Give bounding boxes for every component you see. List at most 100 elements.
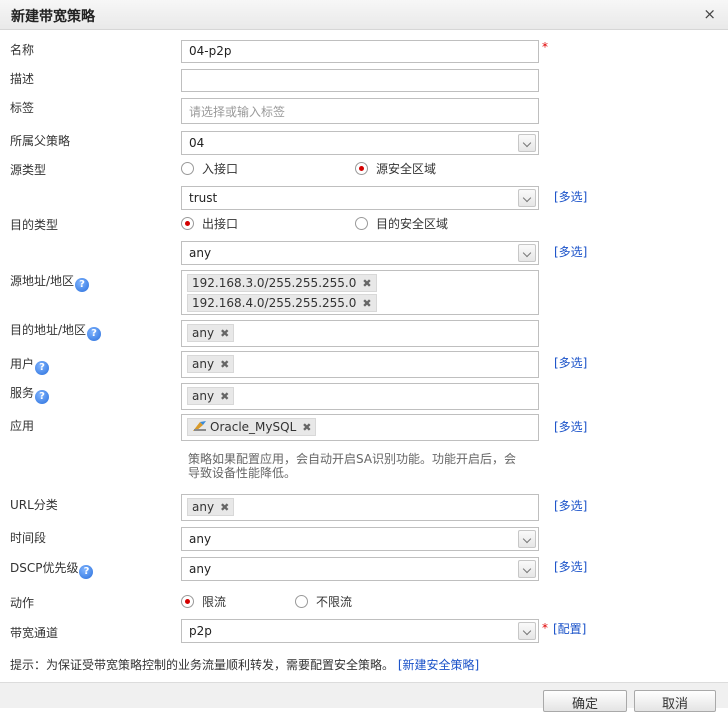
user-tag-text: any bbox=[192, 357, 215, 371]
application-tag-text: Oracle_MySQL bbox=[210, 420, 297, 434]
service-tag-text: any bbox=[192, 389, 215, 403]
radio-no-limit[interactable]: 不限流 bbox=[295, 593, 352, 610]
source-zone-multi-link[interactable]: [多选] bbox=[554, 188, 587, 205]
tip-text: 提示：为保证受带宽策略控制的业务流量顺利转发，需要配置安全策略。 [新建安全策略… bbox=[10, 656, 479, 673]
radio-selected-icon bbox=[181, 217, 194, 230]
address-tag-text: any bbox=[192, 326, 215, 340]
url-category-tag-text: any bbox=[192, 500, 215, 514]
application-tagbox[interactable]: Oracle_MySQL ✖ bbox=[181, 414, 539, 441]
user-multi-link[interactable]: [多选] bbox=[554, 354, 587, 371]
radio-ingress-interface[interactable]: 入接口 bbox=[181, 160, 238, 177]
action-label: 动作 bbox=[10, 596, 35, 610]
description-input[interactable] bbox=[181, 69, 539, 92]
time-range-label: 时间段 bbox=[10, 531, 47, 545]
url-category-tagbox[interactable]: any ✖ bbox=[181, 494, 539, 521]
cancel-button[interactable]: 取消 bbox=[634, 690, 716, 712]
chevron-down-icon[interactable] bbox=[518, 560, 536, 578]
application-note: 策略如果配置应用，会自动开启SA识别功能。功能开启后，会导致设备性能降低。 bbox=[188, 452, 517, 480]
remove-tag-icon[interactable]: ✖ bbox=[362, 277, 371, 290]
chevron-down-icon[interactable] bbox=[518, 134, 536, 152]
remove-tag-icon[interactable]: ✖ bbox=[220, 390, 229, 403]
service-tagbox[interactable]: any ✖ bbox=[181, 383, 539, 410]
dscp-multi-link[interactable]: [多选] bbox=[554, 558, 587, 575]
remove-tag-icon[interactable]: ✖ bbox=[220, 501, 229, 514]
remove-tag-icon[interactable]: ✖ bbox=[220, 327, 229, 340]
service-label-text: 服务 bbox=[10, 386, 35, 400]
url-category-multi-link[interactable]: [多选] bbox=[554, 497, 587, 514]
radio-rate-limit-label: 限流 bbox=[202, 595, 227, 609]
source-zone-value: trust bbox=[189, 191, 218, 205]
application-multi-link[interactable]: [多选] bbox=[554, 418, 587, 435]
dscp-value: any bbox=[189, 562, 212, 576]
time-range-value: any bbox=[189, 532, 212, 546]
name-required-mark: * bbox=[542, 40, 548, 54]
ok-button[interactable]: 确定 bbox=[543, 690, 627, 712]
source-zone-select[interactable]: trust bbox=[181, 186, 539, 210]
egress-interface-select[interactable]: any bbox=[181, 241, 539, 265]
remove-tag-icon[interactable]: ✖ bbox=[362, 297, 371, 310]
destination-address-label-text: 目的地址/地区 bbox=[10, 323, 87, 337]
radio-selected-icon bbox=[355, 162, 368, 175]
remove-tag-icon[interactable]: ✖ bbox=[220, 358, 229, 371]
service-tag: any ✖ bbox=[187, 387, 235, 405]
chevron-down-icon[interactable] bbox=[518, 244, 536, 262]
dscp-select[interactable]: any bbox=[181, 557, 539, 581]
help-icon[interactable]: ? bbox=[87, 327, 102, 341]
radio-circle-icon bbox=[181, 162, 194, 175]
database-app-icon bbox=[193, 421, 206, 431]
parent-policy-value: 04 bbox=[189, 136, 205, 150]
time-range-select[interactable]: any bbox=[181, 527, 539, 551]
dscp-label-text: DSCP优先级 bbox=[10, 561, 79, 575]
source-address-tagbox[interactable]: 192.168.3.0/255.255.255.0 ✖ 192.168.4.0/2… bbox=[181, 270, 539, 315]
radio-destination-zone-label: 目的安全区域 bbox=[376, 217, 449, 231]
radio-egress-label: 出接口 bbox=[202, 217, 239, 231]
chevron-down-icon[interactable] bbox=[518, 189, 536, 207]
url-category-label: URL分类 bbox=[10, 498, 58, 512]
radio-ingress-label: 入接口 bbox=[202, 162, 239, 176]
radio-destination-zone[interactable]: 目的安全区域 bbox=[355, 215, 448, 232]
source-type-label: 源类型 bbox=[10, 163, 47, 177]
name-label: 名称 bbox=[10, 43, 35, 57]
bandwidth-channel-required-mark: * bbox=[542, 621, 548, 635]
egress-interface-multi-link[interactable]: [多选] bbox=[554, 243, 587, 260]
address-tag: 192.168.4.0/255.255.255.0 ✖ bbox=[187, 294, 377, 312]
dialog-titlebar: 新建带宽策略 × bbox=[0, 0, 728, 30]
destination-address-tagbox[interactable]: any ✖ bbox=[181, 320, 539, 347]
help-icon[interactable]: ? bbox=[35, 390, 50, 404]
tags-input[interactable]: 请选择或输入标签 bbox=[181, 98, 539, 124]
chevron-down-icon[interactable] bbox=[518, 530, 536, 548]
help-icon[interactable]: ? bbox=[75, 278, 90, 292]
address-tag-text: 192.168.4.0/255.255.255.0 bbox=[192, 296, 357, 310]
name-input[interactable]: 04-p2p bbox=[181, 40, 539, 63]
description-label: 描述 bbox=[10, 72, 35, 86]
destination-address-label: 目的地址/地区? bbox=[10, 321, 102, 341]
radio-egress-interface[interactable]: 出接口 bbox=[181, 215, 238, 232]
radio-rate-limit[interactable]: 限流 bbox=[181, 593, 226, 610]
egress-interface-value: any bbox=[189, 246, 212, 260]
bandwidth-channel-value: p2p bbox=[189, 624, 212, 638]
help-icon[interactable]: ? bbox=[79, 565, 94, 579]
parent-policy-select[interactable]: 04 bbox=[181, 131, 539, 155]
tip-message: 提示：为保证受带宽策略控制的业务流量顺利转发，需要配置安全策略。 bbox=[10, 658, 395, 672]
bandwidth-channel-select[interactable]: p2p bbox=[181, 619, 539, 643]
url-category-tag: any ✖ bbox=[187, 498, 235, 516]
destination-type-label: 目的类型 bbox=[10, 218, 59, 232]
dscp-label: DSCP优先级? bbox=[10, 559, 94, 579]
tags-placeholder: 请选择或输入标签 bbox=[189, 105, 286, 119]
radio-circle-icon bbox=[355, 217, 368, 230]
chevron-down-icon[interactable] bbox=[518, 622, 536, 640]
user-tagbox[interactable]: any ✖ bbox=[181, 351, 539, 378]
source-address-label-text: 源地址/地区 bbox=[10, 274, 75, 288]
close-icon[interactable]: × bbox=[703, 5, 716, 23]
address-tag-text: 192.168.3.0/255.255.255.0 bbox=[192, 276, 357, 290]
new-security-policy-link[interactable]: [新建安全策略] bbox=[398, 658, 479, 672]
address-tag: any ✖ bbox=[187, 324, 235, 342]
user-tag: any ✖ bbox=[187, 355, 235, 373]
remove-tag-icon[interactable]: ✖ bbox=[302, 421, 311, 434]
help-icon[interactable]: ? bbox=[35, 361, 50, 375]
address-tag: 192.168.3.0/255.255.255.0 ✖ bbox=[187, 274, 377, 292]
parent-policy-label: 所属父策略 bbox=[10, 134, 71, 148]
bandwidth-channel-config-link[interactable]: [配置] bbox=[553, 620, 586, 637]
service-label: 服务? bbox=[10, 384, 50, 404]
radio-source-zone[interactable]: 源安全区域 bbox=[355, 160, 436, 177]
